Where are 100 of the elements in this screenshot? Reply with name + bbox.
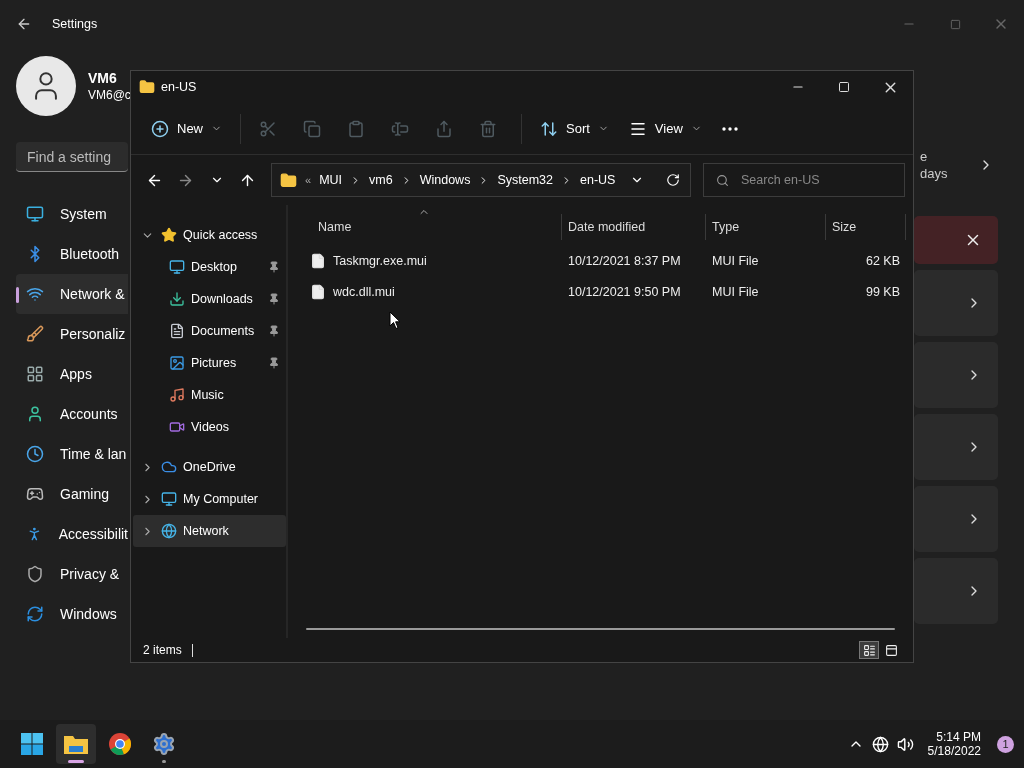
plus-circle-icon bbox=[151, 119, 169, 138]
clock-time[interactable]: 5:14 PM bbox=[936, 730, 981, 744]
nav-item[interactable]: Windows bbox=[16, 594, 128, 634]
new-button[interactable]: New bbox=[143, 110, 230, 147]
setting-text: days bbox=[920, 166, 949, 181]
monitor-icon bbox=[26, 205, 44, 223]
overflow-mark[interactable]: « bbox=[305, 174, 312, 186]
trash-icon bbox=[479, 119, 497, 138]
brush-icon bbox=[26, 325, 44, 343]
folder-icon bbox=[139, 79, 155, 95]
music-icon bbox=[169, 387, 185, 403]
desktop-icon bbox=[169, 259, 185, 275]
nav-item[interactable]: Personaliz bbox=[16, 314, 128, 354]
nav-item[interactable]: System bbox=[16, 194, 128, 234]
breadcrumb-item[interactable]: vm6 bbox=[369, 173, 393, 187]
mouse-pointer-icon bbox=[389, 311, 401, 330]
user-name: VM6 bbox=[88, 70, 118, 86]
tree-item[interactable]: Pictures bbox=[133, 347, 286, 379]
tree-item[interactable]: Desktop bbox=[133, 251, 286, 283]
table-cell: MUI File bbox=[712, 253, 759, 268]
breadcrumb-item[interactable]: Windows bbox=[419, 173, 471, 187]
table-cell: MUI File bbox=[712, 284, 759, 299]
clock-date[interactable]: 5/18/2022 bbox=[927, 744, 981, 758]
table-cell: 99 KB bbox=[865, 284, 900, 299]
tree-item[interactable]: Network bbox=[133, 515, 286, 547]
scissors-icon bbox=[259, 119, 277, 138]
table-cell: 10/12/2021 9:50 PM bbox=[568, 284, 681, 299]
scroll-bar[interactable] bbox=[306, 628, 895, 630]
breadcrumb-item[interactable]: MUI bbox=[319, 173, 343, 187]
back-icon bbox=[16, 16, 32, 32]
breadcrumb-item[interactable]: System32 bbox=[497, 173, 553, 187]
address-bar[interactable]: « MUI vm6 Windows System32 en-US bbox=[271, 163, 691, 197]
nav-item[interactable]: Gaming bbox=[16, 474, 128, 514]
shield-icon bbox=[26, 565, 44, 583]
column-header[interactable]: Size bbox=[832, 220, 857, 234]
notification-badge[interactable]: 1 bbox=[997, 735, 1014, 753]
sort-button[interactable]: Sort bbox=[532, 110, 617, 147]
maximize-icon bbox=[949, 18, 961, 30]
item-count: 2 items bbox=[143, 643, 182, 657]
pin-icon bbox=[268, 261, 280, 273]
gamepad-icon bbox=[26, 485, 44, 503]
details-view-button[interactable] bbox=[859, 641, 879, 659]
cloud-icon bbox=[161, 459, 177, 475]
table-cell: wdc.dll.mui bbox=[333, 284, 395, 299]
tree-item[interactable]: Music bbox=[133, 379, 286, 411]
pin-icon bbox=[268, 293, 280, 305]
nav-item[interactable]: Privacy & bbox=[16, 554, 128, 594]
search-field[interactable]: Find a setting bbox=[16, 142, 128, 172]
window-title: en-US bbox=[161, 80, 197, 94]
setting-text: e bbox=[920, 149, 929, 164]
tree-item[interactable]: My Computer bbox=[133, 483, 286, 515]
maximize-icon bbox=[838, 81, 850, 93]
computer-icon bbox=[161, 491, 177, 507]
globe-icon bbox=[871, 735, 889, 753]
tree-item[interactable]: Downloads bbox=[133, 283, 286, 315]
clipboard-icon bbox=[347, 119, 365, 138]
document-icon bbox=[169, 323, 185, 339]
windows-logo-icon bbox=[20, 732, 44, 756]
update-icon bbox=[26, 605, 44, 623]
picture-icon bbox=[169, 355, 185, 371]
download-icon bbox=[169, 291, 185, 307]
wifi-icon bbox=[26, 285, 44, 303]
nav-item[interactable]: Accounts bbox=[16, 394, 128, 434]
nav-item[interactable]: Apps bbox=[16, 354, 128, 394]
file-icon bbox=[310, 252, 326, 269]
user-email: VM6@c bbox=[88, 88, 131, 102]
explorer-taskbar-button[interactable] bbox=[56, 724, 96, 764]
gear-icon bbox=[152, 732, 176, 756]
search-icon bbox=[716, 173, 729, 187]
tree-item[interactable]: Videos bbox=[133, 411, 286, 443]
folder-icon bbox=[280, 171, 297, 189]
pin-icon bbox=[268, 325, 280, 337]
table-cell: 62 KB bbox=[865, 253, 900, 268]
breadcrumb-item[interactable]: en-US bbox=[580, 173, 616, 187]
pin-icon bbox=[268, 357, 280, 369]
nav-item[interactable]: Accessibilit bbox=[16, 514, 128, 554]
video-icon bbox=[169, 419, 185, 435]
browser-icon bbox=[108, 732, 132, 756]
search-field[interactable]: Search en-US bbox=[703, 163, 905, 197]
file-icon bbox=[310, 283, 326, 300]
tree-item[interactable]: OneDrive bbox=[133, 451, 286, 483]
person-icon bbox=[26, 405, 44, 423]
nav-item[interactable]: Time & lan bbox=[16, 434, 128, 474]
share-icon bbox=[435, 119, 453, 138]
star-icon bbox=[161, 227, 177, 243]
apps-icon bbox=[26, 365, 44, 383]
nav-item[interactable]: Network & bbox=[16, 274, 128, 314]
nav-item[interactable]: Bluetooth bbox=[16, 234, 128, 274]
view-button[interactable]: View bbox=[620, 110, 710, 147]
tiles-icon bbox=[884, 643, 898, 657]
network-icon bbox=[161, 523, 177, 539]
table-cell: 10/12/2021 8:37 PM bbox=[568, 253, 681, 268]
list-icon bbox=[862, 643, 876, 657]
column-header[interactable]: Type bbox=[712, 220, 740, 234]
column-header[interactable]: Name bbox=[318, 220, 352, 234]
column-header[interactable]: Date modified bbox=[568, 220, 646, 234]
tree-item[interactable]: Quick access bbox=[133, 219, 286, 251]
tree-item[interactable]: Documents bbox=[133, 315, 286, 347]
clock-icon bbox=[26, 445, 44, 463]
volume-icon bbox=[896, 735, 914, 753]
